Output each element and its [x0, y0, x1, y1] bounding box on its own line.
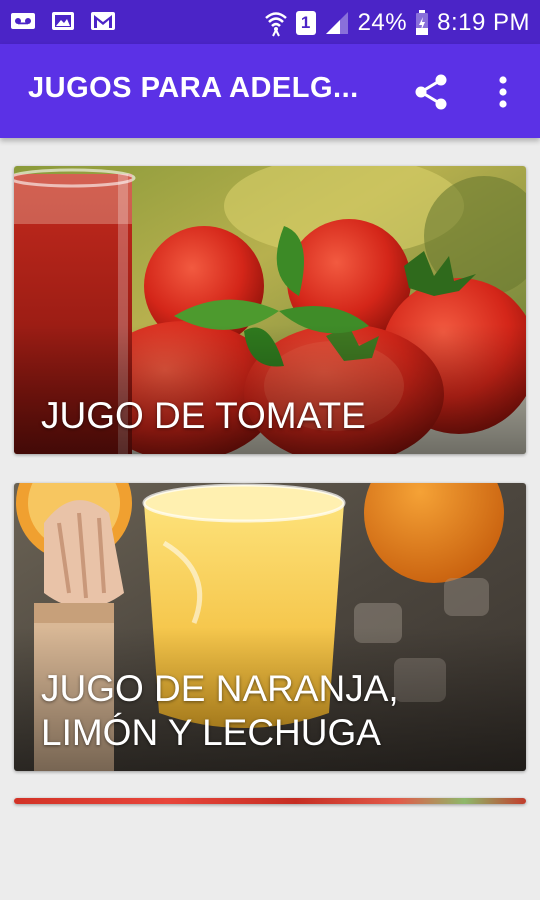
app-title: JUGOS PARA ADELG...	[28, 72, 359, 104]
recipe-card-tomato[interactable]: JUGO DE TOMATE	[14, 166, 526, 454]
app-bar: JUGOS PARA ADELG...	[0, 44, 540, 138]
more-vert-icon[interactable]	[488, 72, 518, 112]
clock: 8:19 PM	[437, 9, 530, 36]
card-title: JUGO DE NARANJA, LIMÓN Y LECHUGA	[41, 668, 399, 753]
gmail-icon	[91, 12, 115, 30]
recipe-card-partial[interactable]	[14, 798, 526, 804]
status-bar: 1 24% 8:19 PM	[0, 0, 540, 44]
image-icon	[52, 12, 74, 30]
sim-icon: 1	[295, 11, 316, 35]
signal-icon	[325, 12, 348, 34]
battery-percent: 24%	[357, 9, 408, 36]
battery-icon	[416, 10, 429, 35]
card-image-strip	[14, 798, 526, 804]
wifi-icon	[264, 12, 287, 37]
recipe-card-orange[interactable]: JUGO DE NARANJA, LIMÓN Y LECHUGA	[14, 483, 526, 771]
card-title: JUGO DE TOMATE	[41, 395, 366, 436]
voicemail-icon	[11, 13, 35, 29]
share-icon[interactable]	[412, 72, 452, 112]
